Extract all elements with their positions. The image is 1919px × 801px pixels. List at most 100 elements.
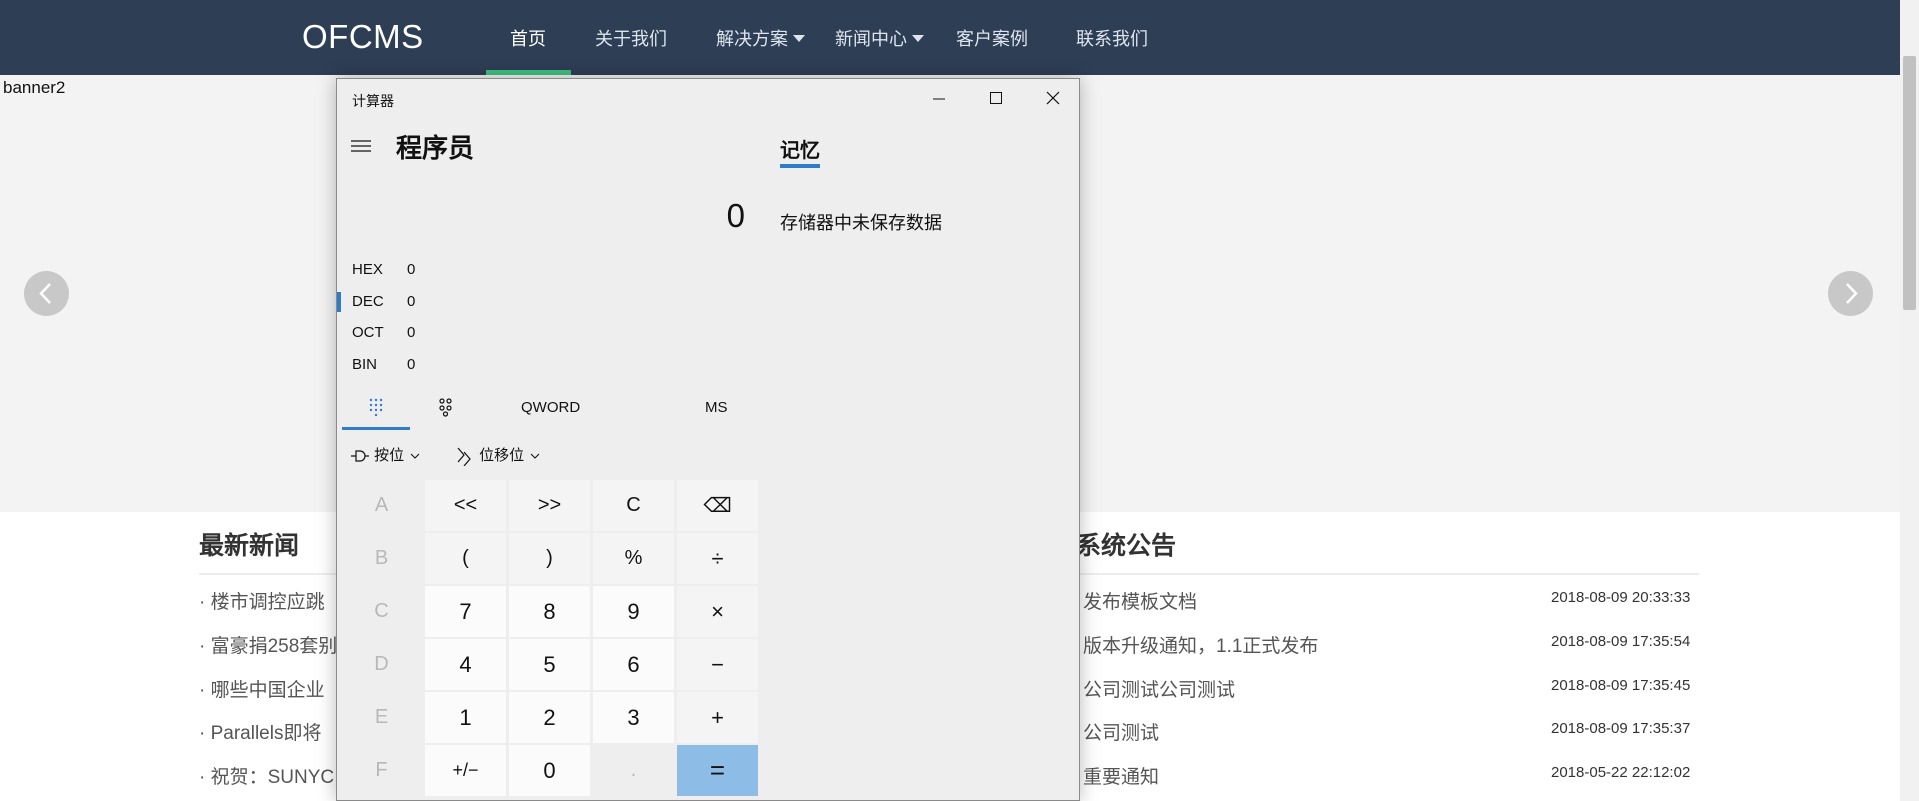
calculator-display: 0 bbox=[726, 197, 745, 234]
bitshift-label: 位移位 bbox=[479, 447, 525, 464]
key-3[interactable]: 3 bbox=[593, 692, 674, 743]
minimize-button[interactable] bbox=[910, 79, 967, 119]
base-row-bin[interactable]: BIN 0 bbox=[352, 356, 415, 373]
key-equals[interactable]: = bbox=[677, 745, 758, 796]
notice-date: 2018-05-22 22:12:02 bbox=[1551, 764, 1691, 781]
nav-home[interactable]: 首页 bbox=[510, 25, 546, 51]
calculator-mode-title: 程序员 bbox=[396, 133, 475, 163]
key-divide[interactable]: ÷ bbox=[677, 533, 758, 584]
key-add[interactable]: + bbox=[677, 692, 758, 743]
carousel-prev-button[interactable] bbox=[24, 271, 69, 316]
key-backspace[interactable]: ⌫ bbox=[677, 480, 758, 531]
close-icon bbox=[1046, 91, 1060, 105]
key-percent[interactable]: % bbox=[593, 533, 674, 584]
key-0[interactable]: 0 bbox=[509, 745, 590, 796]
bitshift-dropdown[interactable]: 位移位 bbox=[455, 444, 542, 467]
key-a[interactable]: A bbox=[341, 480, 422, 531]
news-item[interactable]: · Parallels即将 bbox=[199, 718, 321, 745]
bit-toggle-tab[interactable] bbox=[436, 397, 456, 417]
key-left-shift[interactable]: << bbox=[425, 480, 506, 531]
window-title: 计算器 bbox=[352, 93, 394, 109]
hamburger-menu-button[interactable] bbox=[349, 134, 373, 158]
key-f[interactable]: F bbox=[341, 745, 422, 796]
page-scrollbar-thumb[interactable] bbox=[1903, 56, 1916, 310]
base-row-hex[interactable]: HEX 0 bbox=[352, 261, 415, 278]
memory-tab[interactable]: 记忆 bbox=[780, 134, 820, 163]
key-4[interactable]: 4 bbox=[425, 639, 506, 690]
notice-item[interactable]: 重要通知 bbox=[1083, 762, 1159, 789]
maximize-button[interactable] bbox=[967, 79, 1024, 119]
logic-gate-icon bbox=[351, 450, 369, 462]
nav-solutions[interactable]: 解决方案 bbox=[716, 25, 805, 51]
nav-solutions-label: 解决方案 bbox=[716, 29, 788, 49]
key-right-shift[interactable]: >> bbox=[509, 480, 590, 531]
news-item[interactable]: · 祝贺：SUNYC bbox=[199, 762, 334, 789]
news-section-title: 最新新闻 bbox=[199, 532, 300, 560]
key-2[interactable]: 2 bbox=[509, 692, 590, 743]
chevron-left-icon bbox=[39, 283, 51, 304]
chevron-down-icon bbox=[912, 34, 924, 42]
key-multiply[interactable]: × bbox=[677, 586, 758, 637]
key-9[interactable]: 9 bbox=[593, 586, 674, 637]
key-1[interactable]: 1 bbox=[425, 692, 506, 743]
keypad-icon bbox=[369, 398, 383, 417]
chevron-down-icon bbox=[530, 453, 540, 459]
base-value: 0 bbox=[407, 324, 416, 341]
base-label: BIN bbox=[352, 356, 378, 373]
chevron-down-icon bbox=[410, 453, 420, 459]
notice-item[interactable]: 公司测试公司测试 bbox=[1083, 675, 1235, 702]
site-logo[interactable]: OFCMS bbox=[302, 18, 424, 56]
key-8[interactable]: 8 bbox=[509, 586, 590, 637]
carousel-next-button[interactable] bbox=[1828, 271, 1873, 316]
hamburger-icon bbox=[351, 140, 371, 152]
key-c-hex[interactable]: C bbox=[341, 586, 422, 637]
maximize-icon bbox=[990, 92, 1002, 104]
base-row-dec[interactable]: DEC 0 bbox=[352, 293, 415, 310]
news-item[interactable]: · 哪些中国企业 bbox=[199, 675, 325, 702]
full-keypad-tab[interactable] bbox=[366, 397, 386, 417]
notice-item[interactable]: 版本升级通知，1.1正式发布 bbox=[1083, 631, 1318, 658]
notice-item[interactable]: 公司测试 bbox=[1083, 718, 1159, 745]
key-d[interactable]: D bbox=[341, 639, 422, 690]
nav-news-center[interactable]: 新闻中心 bbox=[835, 25, 924, 51]
base-row-oct[interactable]: OCT 0 bbox=[352, 324, 415, 341]
nav-contact[interactable]: 联系我们 bbox=[1076, 25, 1148, 51]
chevron-right-icon bbox=[1846, 283, 1858, 304]
notice-date: 2018-08-09 17:35:37 bbox=[1551, 720, 1691, 737]
key-negate[interactable]: +/− bbox=[425, 745, 506, 796]
key-clear[interactable]: C bbox=[593, 480, 674, 531]
key-close-paren[interactable]: ) bbox=[509, 533, 590, 584]
key-e[interactable]: E bbox=[341, 692, 422, 743]
minimize-icon bbox=[933, 98, 945, 100]
calculator-window[interactable]: 计算器 程序员 0 HEX 0 DEC 0 OCT 0 BIN 0 QWORD … bbox=[336, 78, 1080, 801]
key-7[interactable]: 7 bbox=[425, 586, 506, 637]
key-subtract[interactable]: − bbox=[677, 639, 758, 690]
news-item[interactable]: · 楼市调控应跳 bbox=[199, 587, 325, 614]
notice-date: 2018-08-09 17:35:54 bbox=[1551, 633, 1691, 650]
notice-section-title: 系统公告 bbox=[1076, 532, 1177, 560]
base-value: 0 bbox=[407, 293, 416, 310]
active-tab-indicator bbox=[342, 427, 410, 430]
nav-cases[interactable]: 客户案例 bbox=[956, 25, 1028, 51]
key-5[interactable]: 5 bbox=[509, 639, 590, 690]
close-button[interactable] bbox=[1024, 79, 1079, 119]
bitwise-dropdown[interactable]: 按位 bbox=[350, 444, 422, 465]
key-decimal[interactable]: . bbox=[593, 745, 674, 796]
key-open-paren[interactable]: ( bbox=[425, 533, 506, 584]
base-label: HEX bbox=[352, 261, 383, 278]
key-6[interactable]: 6 bbox=[593, 639, 674, 690]
memory-store-button[interactable]: MS bbox=[705, 399, 728, 416]
base-label: DEC bbox=[352, 293, 384, 310]
notice-date: 2018-08-09 17:35:45 bbox=[1551, 677, 1691, 694]
bitwise-label: 按位 bbox=[374, 447, 405, 464]
notice-divider bbox=[1076, 573, 1699, 575]
news-item[interactable]: · 富豪捐258套别 bbox=[199, 631, 337, 658]
key-b[interactable]: B bbox=[341, 533, 422, 584]
word-size-button[interactable]: QWORD bbox=[521, 399, 580, 416]
bit-toggle-icon bbox=[439, 398, 452, 417]
notice-item[interactable]: 发布模板文档 bbox=[1083, 587, 1197, 614]
notice-date: 2018-08-09 20:33:33 bbox=[1551, 589, 1691, 606]
memory-empty-message: 存储器中未保存数据 bbox=[780, 213, 942, 233]
nav-about[interactable]: 关于我们 bbox=[595, 25, 667, 51]
nav-news-center-label: 新闻中心 bbox=[835, 29, 907, 49]
